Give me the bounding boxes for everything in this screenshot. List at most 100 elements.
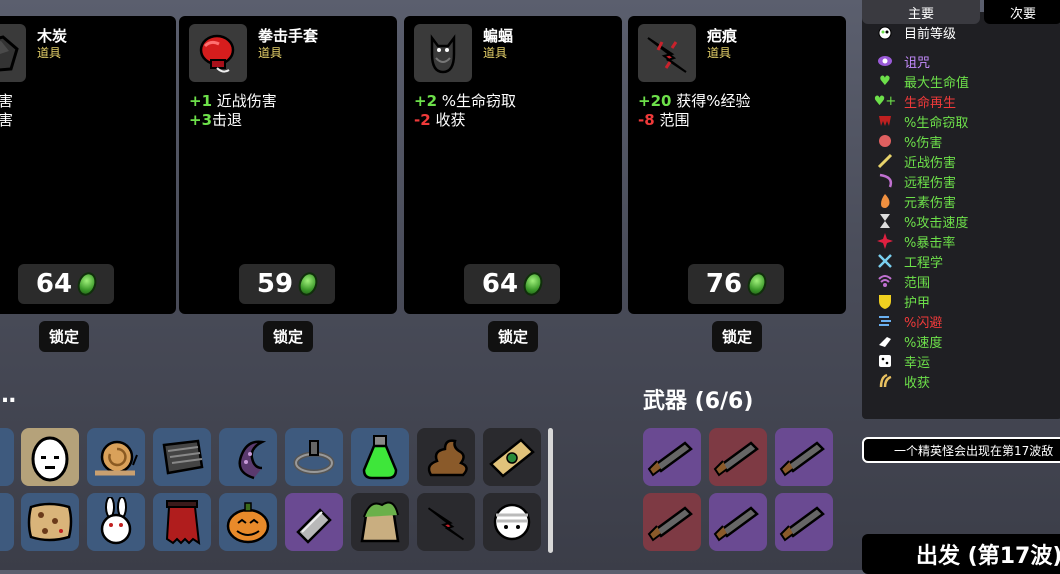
weapon-slot[interactable] <box>709 493 767 551</box>
shotgun-icon <box>779 506 825 542</box>
stat-row-hp-regen: ♥+ 生命再生 <box>873 93 957 111</box>
go-button-label: 出发 (第17波) <box>916 544 1060 569</box>
bandaged-head-icon <box>493 503 531 541</box>
price-value: 59 <box>256 269 294 299</box>
shop-card-boxing-glove[interactable]: 拳击手套 道具 +1 近战伤害 +3击退 59 <box>179 16 397 314</box>
inventory-slot[interactable] <box>285 428 343 486</box>
item-type: 道具 <box>483 46 508 60</box>
egg-face-icon <box>31 436 69 482</box>
scar-icon <box>427 507 465 541</box>
material-gem-icon <box>744 269 770 299</box>
treasure-map-icon <box>489 438 535 478</box>
inventory-slot[interactable] <box>417 428 475 486</box>
scar-icon <box>638 24 696 82</box>
inventory-slot[interactable] <box>483 428 541 486</box>
shotgun-icon <box>779 441 825 477</box>
lock-button[interactable]: 锁定 <box>263 321 313 352</box>
tab-primary[interactable]: 主要 <box>862 0 980 24</box>
shotgun-icon <box>713 441 759 477</box>
stat-row-elemental: 元素伤害 <box>876 191 956 211</box>
items-title-fragment: … <box>0 383 16 408</box>
weapon-slot[interactable] <box>775 428 833 486</box>
buy-button[interactable]: 64 <box>464 264 560 304</box>
stat-row-armor: 护甲 <box>876 291 930 311</box>
item-stats: +2 %生命窃取 -2 收获 <box>414 92 516 130</box>
inventory-slot[interactable] <box>483 493 541 551</box>
red-cape-icon <box>165 500 201 546</box>
poop-icon <box>427 439 468 477</box>
tab-secondary[interactable]: 次要 <box>984 0 1060 24</box>
lock-button[interactable]: 锁定 <box>712 321 762 352</box>
hourglass-icon <box>876 212 894 230</box>
tentacle-icon <box>238 440 267 480</box>
stat-row-level: 目前等级 <box>876 22 956 42</box>
item-stats: +1 近战伤害 +3击退 <box>189 92 277 130</box>
weapons-title: 武器 (6/6) <box>643 389 754 414</box>
buy-button[interactable]: 76 <box>688 264 784 304</box>
chain-shackle-icon <box>293 440 335 475</box>
inventory-slot[interactable] <box>153 493 211 551</box>
shop-card-bat[interactable]: 蝙蝠 道具 +2 %生命窃取 -2 收获 64 <box>404 16 622 314</box>
material-gem-icon <box>520 269 546 299</box>
inventory-slot[interactable] <box>153 428 211 486</box>
inventory-slot[interactable] <box>219 428 277 486</box>
stat-line: +20 获得%经验 <box>638 92 751 110</box>
shotgun-icon <box>647 506 693 542</box>
shop-card-scar[interactable]: 疤痕 道具 +20 获得%经验 -8 范围 76 <box>628 16 846 314</box>
shield-icon <box>876 292 894 310</box>
item-name: 疤痕 <box>707 27 738 45</box>
green-potion-icon <box>362 435 398 480</box>
price-value: 64 <box>35 269 73 299</box>
item-name: 蝙蝠 <box>483 27 514 45</box>
lock-button[interactable]: 锁定 <box>39 321 89 352</box>
stat-row-harvest: 收获 <box>876 371 930 391</box>
inventory-slot[interactable] <box>351 493 409 551</box>
inventory-slot[interactable] <box>21 493 79 551</box>
inventory-slot[interactable] <box>285 493 343 551</box>
flame-icon <box>876 192 894 210</box>
item-type: 道具 <box>37 46 62 60</box>
stat-row-life-steal: %生命窃取 <box>876 111 968 131</box>
stat-line: 战伤害 <box>0 111 14 129</box>
inventory-slot[interactable] <box>87 493 145 551</box>
inventory-slot[interactable] <box>0 428 14 486</box>
lock-button[interactable]: 锁定 <box>488 321 538 352</box>
item-type: 道具 <box>707 46 732 60</box>
range-icon <box>876 272 894 290</box>
metal-bar-icon <box>296 508 332 544</box>
buy-button[interactable]: 64 <box>18 264 114 304</box>
stat-row-engineering: 工程学 <box>876 251 943 271</box>
item-type: 道具 <box>258 46 283 60</box>
boxing-glove-icon <box>189 24 247 82</box>
item-stats: 素伤害 战伤害 获 <box>0 92 13 149</box>
bow-icon <box>876 172 894 190</box>
stat-line: -2 收获 <box>414 111 466 129</box>
rabbit-icon <box>100 497 132 545</box>
stat-row-crit: %暴击率 <box>876 231 955 251</box>
charcoal-icon <box>0 24 26 82</box>
regen-heart-icon: ♥+ <box>873 93 897 109</box>
stat-row-damage: %伤害 <box>876 131 942 151</box>
stat-row-attack-speed: %攻击速度 <box>876 211 968 231</box>
buy-button[interactable]: 59 <box>239 264 335 304</box>
weapon-slot[interactable] <box>643 428 701 486</box>
shop-card-charcoal[interactable]: 木炭 道具 素伤害 战伤害 获 64 <box>0 16 176 314</box>
inventory-slot[interactable] <box>351 428 409 486</box>
weapon-slot[interactable] <box>643 493 701 551</box>
elite-wave-banner: 一个精英怪会出现在第17波敌 <box>862 437 1060 463</box>
inventory-scrollbar[interactable] <box>548 428 553 553</box>
fang-icon <box>876 112 894 130</box>
inventory-slot[interactable] <box>417 493 475 551</box>
item-name: 拳击手套 <box>258 27 319 45</box>
stat-row-melee: 近战伤害 <box>876 151 956 171</box>
pumpkin-icon <box>226 502 270 544</box>
inventory-slot[interactable] <box>0 493 14 551</box>
inventory-slot[interactable] <box>219 493 277 551</box>
inventory-slot[interactable] <box>21 428 79 486</box>
weapon-slot[interactable] <box>709 428 767 486</box>
stats-panel: 主要 次要 目前等级 诅咒 ♥ 最大生命值 ♥+ 生命再生 %生命窃取 %伤害 … <box>862 0 1060 419</box>
weapon-slot[interactable] <box>775 493 833 551</box>
stat-row-luck: 幸运 <box>876 351 930 371</box>
inventory-slot[interactable] <box>87 428 145 486</box>
go-next-wave-button[interactable]: 出发 (第17波) <box>862 534 1060 574</box>
